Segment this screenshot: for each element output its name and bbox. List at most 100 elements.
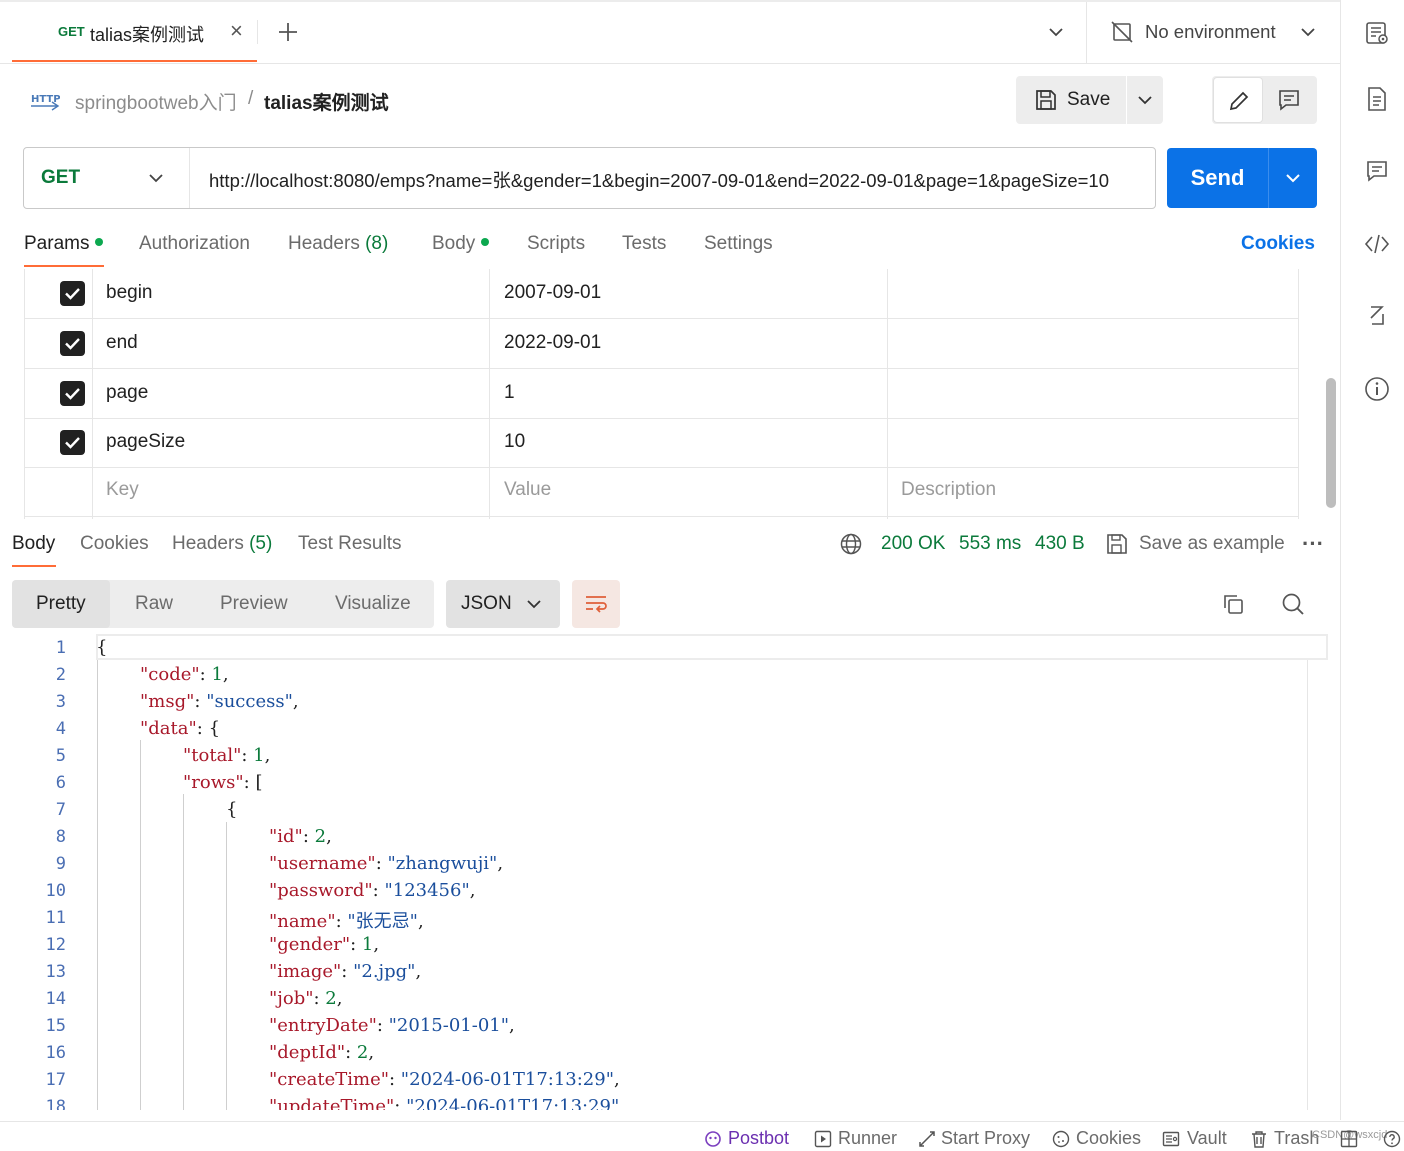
environment-chevron-down-icon[interactable]: [1298, 22, 1318, 42]
code-line: "username": "zhangwuji",: [269, 853, 504, 874]
tab-scripts[interactable]: Scripts: [527, 233, 585, 255]
line-number: 16: [45, 1043, 66, 1063]
code-line: "code": 1,: [140, 664, 229, 685]
active-tab-indicator: [24, 265, 104, 267]
param-value[interactable]: 2022-09-01: [504, 332, 601, 354]
param-key[interactable]: page: [106, 382, 148, 404]
no-environment-icon: [1110, 20, 1134, 44]
runner-icon: [814, 1130, 832, 1148]
postbot-button[interactable]: Postbot: [728, 1128, 789, 1149]
param-checkbox[interactable]: [60, 281, 85, 306]
documentation-icon[interactable]: [1366, 86, 1388, 112]
param-checkbox[interactable]: [60, 331, 85, 356]
param-key[interactable]: pageSize: [106, 431, 185, 453]
format-select[interactable]: JSON: [446, 580, 560, 628]
help-icon[interactable]: [1383, 1130, 1401, 1148]
response-tab-test-results[interactable]: Test Results: [298, 533, 401, 555]
method-select[interactable]: GET: [41, 167, 80, 189]
tab-params[interactable]: Params: [24, 233, 104, 255]
param-key[interactable]: end: [106, 332, 138, 354]
line-number: 2: [55, 665, 66, 685]
tab-headers-label: Headers: [288, 233, 360, 254]
line-number: 5: [55, 746, 66, 766]
page-title[interactable]: talias案例测试: [264, 88, 389, 115]
param-value[interactable]: 2007-09-01: [504, 282, 601, 304]
environment-selector[interactable]: No environment: [1145, 21, 1276, 43]
tab-settings[interactable]: Settings: [704, 233, 773, 255]
globe-icon[interactable]: [840, 533, 862, 555]
param-row: page 1: [24, 369, 1299, 419]
code-line: "total": 1,: [183, 745, 271, 766]
response-tab-body[interactable]: Body: [12, 533, 55, 555]
param-checkbox[interactable]: [60, 381, 85, 406]
vault-button[interactable]: Vault: [1187, 1128, 1227, 1149]
response-body-editor[interactable]: 1 2 3 4 5 6 7 8 9 10 11 12 13 14 15 16 1…: [0, 634, 1330, 1110]
runner-button[interactable]: Runner: [838, 1128, 897, 1149]
params-indicator-dot: [95, 237, 104, 246]
status-code[interactable]: 200 OK: [881, 533, 945, 555]
edit-button[interactable]: [1213, 77, 1263, 123]
param-value[interactable]: 10: [504, 431, 525, 453]
search-icon[interactable]: [1281, 592, 1305, 616]
line-number: 17: [45, 1070, 66, 1090]
pretty-label[interactable]: Pretty: [36, 593, 86, 615]
url-input[interactable]: http://localhost:8080/emps?name=张&gender…: [209, 167, 1139, 193]
code-line: "rows": [: [183, 772, 263, 793]
layout-icon[interactable]: [1340, 1130, 1358, 1148]
param-description-input[interactable]: Description: [901, 479, 996, 501]
comments-icon[interactable]: [1365, 159, 1389, 183]
close-tab-icon[interactable]: ×: [230, 20, 243, 42]
request-tab[interactable]: GET talias案例测试 ×: [12, 0, 257, 62]
info-icon[interactable]: [1364, 376, 1390, 402]
response-time[interactable]: 553 ms: [959, 533, 1021, 555]
tab-body-label: Body: [432, 233, 476, 254]
code-line: "updateTime": "2024-06-01T17:13:29": [269, 1096, 620, 1110]
wrap-lines-button[interactable]: [572, 580, 620, 628]
tab-tests[interactable]: Tests: [622, 233, 666, 255]
http-icon: HTTP: [30, 88, 60, 112]
response-tab-cookies[interactable]: Cookies: [80, 533, 149, 555]
param-row: end 2022-09-01: [24, 319, 1299, 369]
param-key[interactable]: begin: [106, 282, 153, 304]
tab-authorization[interactable]: Authorization: [139, 233, 250, 255]
response-tab-headers[interactable]: Headers (5): [172, 533, 272, 555]
param-value-input[interactable]: Value: [504, 479, 551, 501]
environment-quick-look-icon[interactable]: [1364, 20, 1390, 46]
line-number: 6: [55, 773, 66, 793]
line-number: 13: [45, 962, 66, 982]
send-button[interactable]: Send: [1167, 148, 1268, 208]
save-as-example-button[interactable]: Save as example: [1139, 533, 1285, 555]
response-size[interactable]: 430 B: [1035, 533, 1085, 555]
tab-body[interactable]: Body: [432, 233, 490, 255]
raw-view-button[interactable]: Raw: [135, 593, 173, 615]
related-collections-icon[interactable]: [1366, 304, 1388, 328]
param-key-input[interactable]: Key: [106, 479, 139, 501]
pencil-icon: [1227, 89, 1251, 113]
save-example-icon: [1106, 533, 1128, 555]
param-checkbox[interactable]: [60, 430, 85, 455]
breadcrumb-collection[interactable]: springbootweb入门: [75, 88, 237, 115]
code-line: "gender": 1,: [269, 934, 380, 955]
send-options-button[interactable]: [1269, 148, 1317, 208]
preview-view-button[interactable]: Preview: [220, 593, 288, 615]
comment-icon[interactable]: [1277, 88, 1301, 112]
chevron-down-icon: [1283, 168, 1303, 188]
code-line: "password": "123456",: [269, 880, 476, 901]
method-chevron-down-icon[interactable]: [146, 168, 166, 188]
params-scrollbar[interactable]: [1326, 378, 1336, 508]
more-options-icon[interactable]: ···: [1302, 531, 1324, 557]
visualize-view-button[interactable]: Visualize: [335, 593, 411, 615]
code-snippet-icon[interactable]: [1364, 232, 1390, 256]
save-button[interactable]: Save: [1016, 76, 1126, 124]
line-number: 9: [55, 854, 66, 874]
tabs-dropdown-chevron-down-icon[interactable]: [1046, 22, 1066, 42]
start-proxy-button[interactable]: Start Proxy: [941, 1128, 1030, 1149]
cookies-link[interactable]: Cookies: [1241, 233, 1315, 255]
param-value[interactable]: 1: [504, 382, 515, 404]
copy-icon[interactable]: [1221, 592, 1245, 616]
cookies-button[interactable]: Cookies: [1076, 1128, 1141, 1149]
tab-headers[interactable]: Headers (8): [288, 233, 388, 255]
save-options-button[interactable]: [1127, 76, 1163, 124]
new-tab-icon[interactable]: [276, 20, 300, 44]
code-line: "job": 2,: [269, 988, 343, 1009]
